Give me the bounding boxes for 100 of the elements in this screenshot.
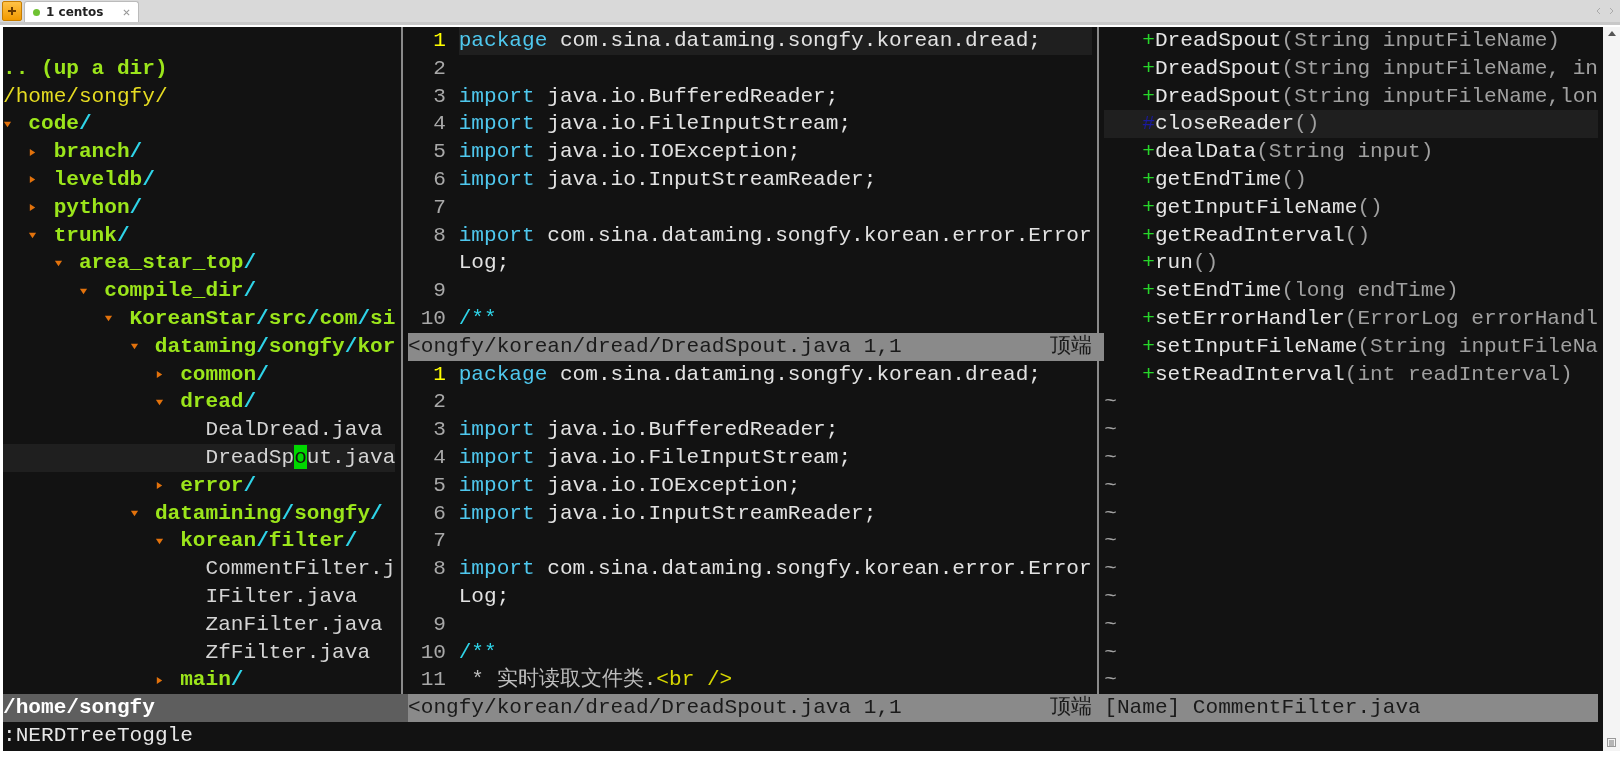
collapsed-arrow-icon[interactable] — [28, 175, 38, 185]
line-number: 1 — [432, 360, 448, 388]
expanded-arrow-icon[interactable] — [129, 508, 139, 518]
command-line[interactable]: :NERDTreeToggle — [3, 721, 1603, 750]
expanded-arrow-icon[interactable] — [129, 342, 139, 352]
empty-line-marker: ~ — [1104, 527, 1117, 555]
empty-line-marker: ~ — [1104, 416, 1117, 444]
tag-entry[interactable]: +setErrorHandler(ErrorLog errorHandl — [1104, 304, 1598, 333]
line-number: 6 — [432, 499, 448, 527]
code-line: import java.io.BufferedReader; — [458, 416, 840, 444]
line-number: 9 — [432, 277, 448, 305]
collapsed-arrow-icon[interactable] — [154, 369, 164, 379]
folder-name[interactable]: dread/ — [180, 388, 257, 417]
code-line: Log; — [458, 582, 511, 610]
resize-grip-icon[interactable] — [1607, 738, 1616, 747]
tag-entry[interactable]: +setEndTime(long endTime) — [1104, 277, 1598, 305]
file-name[interactable]: CommentFilter.j — [205, 555, 396, 583]
expanded-arrow-icon[interactable] — [78, 286, 88, 296]
cursor-position: 1,1 — [863, 695, 902, 720]
expanded-arrow-icon[interactable] — [3, 119, 12, 129]
folder-name[interactable]: dataming/songfy/kor — [154, 332, 396, 361]
line-number: 5 — [432, 138, 448, 166]
code-line: import com.sina.dataming.songfy.korean.error.Error — [458, 221, 1092, 249]
folder-name[interactable]: common/ — [180, 360, 269, 389]
expanded-arrow-icon[interactable] — [154, 397, 164, 407]
code-line: /** — [458, 638, 498, 666]
empty-line-marker: ~ — [1104, 610, 1117, 638]
line-number: 10 — [419, 304, 448, 332]
cursor-position: 1,1 — [863, 333, 902, 358]
line-number: 3 — [432, 82, 448, 110]
file-path: <ongfy/korean/dread/DreadSpout.java — [408, 695, 852, 720]
empty-line-marker: ~ — [1104, 582, 1117, 610]
collapsed-arrow-icon[interactable] — [154, 675, 164, 685]
empty-line-marker: ~ — [1104, 443, 1117, 471]
folder-name[interactable]: compile_dir/ — [104, 277, 257, 305]
tag-entry[interactable]: +run() — [1104, 249, 1598, 278]
tag-entry[interactable]: +getInputFileName() — [1104, 193, 1598, 222]
scroll-position: 顶端 — [1049, 694, 1092, 722]
line-number: 10 — [419, 638, 448, 666]
line-number: 2 — [432, 54, 448, 82]
scroll-position: 顶端 — [1049, 332, 1092, 360]
tag-entry[interactable]: +setReadInterval(int readInterval) — [1104, 360, 1598, 389]
code-line: /** — [458, 304, 498, 332]
folder-name[interactable]: korean/filter/ — [180, 527, 358, 556]
expanded-arrow-icon[interactable] — [154, 536, 164, 546]
collapsed-arrow-icon[interactable] — [154, 481, 164, 491]
line-number: 6 — [432, 166, 448, 193]
tag-entry[interactable]: +DreadSpout(String inputFileName, in — [1104, 54, 1598, 83]
empty-line-marker: ~ — [1104, 499, 1117, 527]
expanded-arrow-icon[interactable] — [28, 230, 38, 240]
code-line: import java.io.FileInputStream; — [458, 110, 853, 138]
code-line: import java.io.IOException; — [458, 138, 802, 166]
folder-name[interactable]: KoreanStar/src/com/si — [129, 304, 396, 333]
code-line: Log; — [458, 249, 511, 277]
up-directory-link[interactable]: .. (up a dir) — [3, 54, 168, 83]
code-line: * 实时读取文件类.<br /> — [470, 666, 734, 694]
line-number: 9 — [432, 610, 448, 638]
close-icon[interactable] — [123, 8, 131, 16]
folder-name[interactable]: error/ — [180, 471, 257, 500]
empty-line-marker: ~ — [1104, 666, 1117, 694]
tag-entry[interactable]: +getEndTime() — [1104, 166, 1598, 194]
expanded-arrow-icon[interactable] — [104, 314, 114, 324]
collapsed-arrow-icon[interactable] — [28, 203, 38, 213]
status-dot — [33, 8, 40, 16]
code-line: import java.io.InputStreamReader; — [458, 166, 878, 193]
tag-entry[interactable]: +setInputFileName(String inputFileNa — [1104, 332, 1598, 361]
folder-name[interactable]: code/ — [28, 110, 92, 139]
expanded-arrow-icon[interactable] — [53, 258, 63, 268]
code-line: import java.io.FileInputStream; — [458, 443, 853, 471]
folder-name[interactable]: leveldb/ — [53, 166, 155, 194]
scroll-up-icon[interactable] — [1607, 31, 1616, 36]
code-line: package com.sina.dataming.songfy.korean.dread; — [458, 360, 1042, 388]
line-number: 2 — [432, 388, 448, 416]
line-number: 4 — [432, 110, 448, 138]
folder-name[interactable]: python/ — [53, 193, 143, 222]
file-name[interactable]: ZanFilter.java — [205, 610, 383, 639]
tag-entry[interactable]: +getReadInterval() — [1104, 221, 1598, 250]
new-tab-button[interactable] — [2, 1, 22, 21]
tag-entry[interactable]: +DreadSpout(String inputFileName) — [1104, 27, 1598, 55]
code-line: import java.io.BufferedReader; — [458, 82, 840, 110]
file-path: <ongfy/korean/dread/DreadSpout.java — [408, 333, 852, 358]
folder-name[interactable]: main/ — [180, 666, 244, 695]
collapsed-arrow-icon[interactable] — [28, 147, 38, 157]
folder-name[interactable]: branch/ — [53, 138, 143, 166]
code-line: import java.io.InputStreamReader; — [458, 499, 878, 527]
line-number: 4 — [432, 443, 448, 471]
folder-name[interactable]: trunk/ — [53, 221, 130, 250]
code-line: import com.sina.dataming.songfy.korean.error.Error — [458, 555, 1092, 583]
code-line: import java.io.IOException; — [458, 471, 802, 499]
tag-entry[interactable]: #closeReader() — [1104, 110, 1598, 139]
tag-entry[interactable]: +dealData(String input) — [1104, 138, 1598, 166]
file-name[interactable]: ZfFilter.java — [205, 638, 371, 667]
empty-line-marker: ~ — [1104, 555, 1117, 583]
file-name[interactable]: DealDread.java — [205, 416, 383, 444]
terminal-tab[interactable]: 1 centos — [24, 1, 140, 22]
file-name[interactable]: IFilter.java — [205, 582, 358, 611]
tag-entry[interactable]: +DreadSpout(String inputFileName,lon — [1104, 82, 1598, 111]
line-number: 11 — [419, 666, 448, 694]
folder-name[interactable]: area_star_top/ — [78, 249, 257, 278]
folder-name[interactable]: datamining/songfy/ — [154, 499, 383, 528]
